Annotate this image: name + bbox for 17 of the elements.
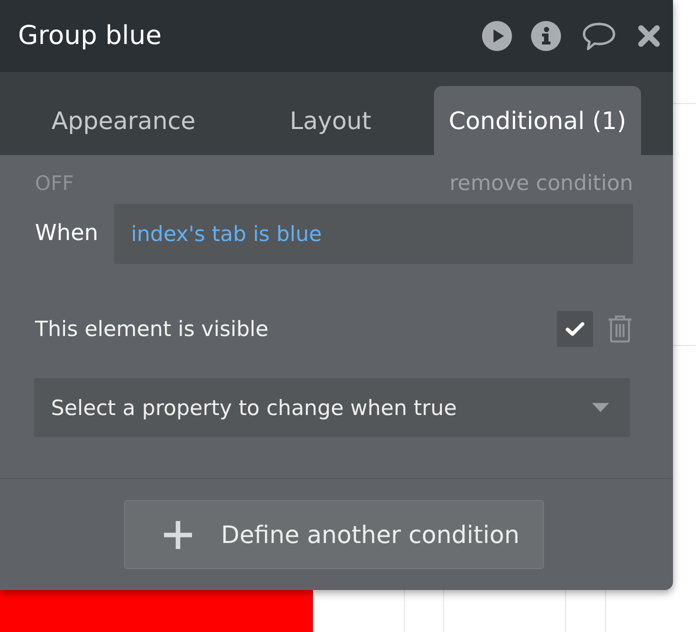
info-icon[interactable] [531,21,561,51]
expression-field[interactable]: index's tab is blue [114,204,633,264]
caret-icon [592,403,609,412]
plus-icon [163,520,193,550]
panel-tab[interactable]: Layout [227,86,434,155]
panel-title: Group blue [18,20,163,52]
property-dropdown[interactable]: Select a property to change when true [34,378,630,437]
panel-tab[interactable]: Conditional (1) [434,86,641,155]
comment-icon[interactable] [582,21,616,51]
panel-tab[interactable]: Appearance [20,86,227,155]
checkmark-icon [565,321,585,337]
close-icon[interactable] [637,24,661,48]
property-checkbox[interactable] [557,311,593,347]
play-icon[interactable] [482,21,512,51]
define-condition-button[interactable]: Define another condition [124,500,544,569]
property-label: This element is visible [35,316,270,342]
when-label: When [35,221,100,247]
